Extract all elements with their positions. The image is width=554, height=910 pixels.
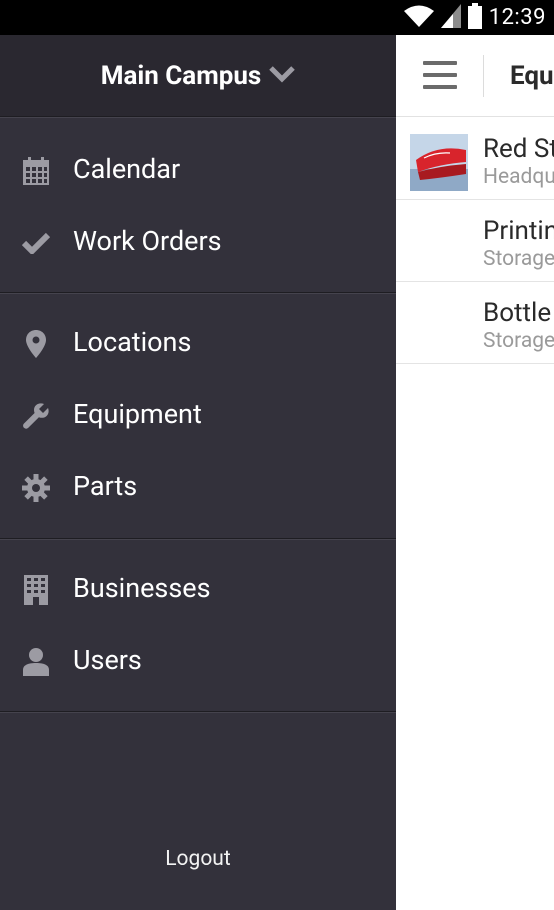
drawer-divider bbox=[0, 711, 396, 713]
drawer-divider bbox=[0, 538, 396, 540]
list-item-title: Bottle bbox=[483, 298, 552, 328]
page-title: Equi bbox=[510, 61, 554, 91]
list-item-title: Printin bbox=[483, 216, 554, 246]
list-item[interactable]: Red St Headqua bbox=[396, 118, 554, 200]
nav-item-equipment[interactable]: Equipment bbox=[0, 380, 396, 452]
chevron-down-icon bbox=[269, 65, 296, 87]
status-time: 12:39 bbox=[488, 5, 546, 30]
user-icon bbox=[22, 648, 50, 676]
list-item-subtitle: Headqua bbox=[483, 165, 554, 189]
signal-icon bbox=[440, 3, 461, 32]
drawer-divider bbox=[0, 292, 396, 294]
wrench-icon bbox=[22, 402, 50, 430]
list-item[interactable]: Printin Storage bbox=[396, 200, 554, 282]
status-icons: 12:39 bbox=[403, 0, 546, 35]
calendar-icon bbox=[22, 157, 50, 185]
nav-item-label: Locations bbox=[73, 326, 192, 358]
nav-item-label: Parts bbox=[73, 470, 138, 502]
navigation-drawer: Main Campus Calendar Work Orders Locatio… bbox=[0, 35, 396, 910]
building-icon bbox=[22, 575, 50, 605]
nav-item-locations[interactable]: Locations bbox=[0, 308, 396, 380]
nav-item-label: Calendar bbox=[73, 153, 181, 185]
list-item-subtitle: Storage bbox=[483, 329, 554, 353]
map-pin-icon bbox=[22, 330, 50, 358]
list-item-title: Red St bbox=[483, 134, 554, 164]
equipment-screen: Equi Red St Headqua Printin Storage Bott… bbox=[396, 35, 554, 910]
nav-item-work-orders[interactable]: Work Orders bbox=[0, 207, 396, 279]
nav-item-label: Work Orders bbox=[73, 225, 222, 257]
gear-icon bbox=[22, 474, 50, 502]
hamburger-icon[interactable] bbox=[423, 61, 457, 89]
campus-selector-content: Main Campus bbox=[0, 35, 396, 116]
campus-label: Main Campus bbox=[100, 60, 262, 91]
app-bar: Equi bbox=[396, 35, 554, 117]
app-bar-divider bbox=[483, 55, 484, 97]
nav-item-label: Equipment bbox=[73, 398, 202, 430]
nav-item-label: Users bbox=[73, 644, 142, 676]
nav-item-label: Businesses bbox=[73, 572, 211, 604]
checkmark-icon bbox=[22, 229, 50, 257]
drawer-divider bbox=[0, 116, 396, 118]
equipment-list: Red St Headqua Printin Storage Bottle St… bbox=[396, 118, 554, 364]
logout-button[interactable]: Logout bbox=[0, 847, 396, 871]
nav-item-calendar[interactable]: Calendar bbox=[0, 135, 396, 207]
status-bar: 12:39 bbox=[0, 0, 554, 35]
list-item[interactable]: Bottle Storage bbox=[396, 282, 554, 364]
nav-item-parts[interactable]: Parts bbox=[0, 452, 396, 524]
campus-selector[interactable]: Main Campus bbox=[0, 35, 396, 116]
equipment-thumbnail bbox=[410, 134, 468, 191]
battery-icon bbox=[467, 2, 482, 33]
nav-item-users[interactable]: Users bbox=[0, 626, 396, 698]
list-item-subtitle: Storage bbox=[483, 247, 554, 271]
wifi-icon bbox=[403, 4, 434, 32]
nav-item-businesses[interactable]: Businesses bbox=[0, 554, 396, 626]
